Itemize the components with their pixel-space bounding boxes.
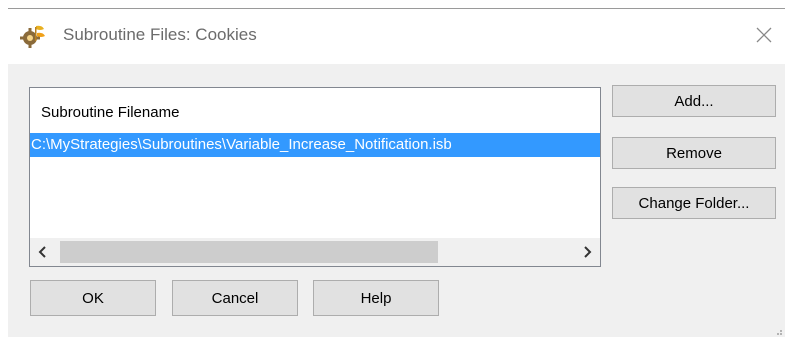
horizontal-scrollbar[interactable] (30, 238, 600, 266)
scroll-right-button[interactable] (574, 238, 600, 266)
list-column-header: Subroutine Filename (41, 104, 180, 121)
close-icon (756, 27, 772, 43)
cancel-button[interactable]: Cancel (172, 280, 298, 316)
chevron-left-icon (38, 246, 46, 258)
subroutine-file-list[interactable]: Subroutine Filename C:\MyStrategies\Subr… (29, 87, 601, 267)
scroll-left-button[interactable] (30, 238, 56, 266)
remove-button[interactable]: Remove (612, 137, 776, 169)
title-bar: Subroutine Files: Cookies (8, 9, 785, 64)
list-item[interactable]: C:\MyStrategies\Subroutines\Variable_Inc… (30, 133, 600, 157)
chevron-right-icon (584, 246, 592, 258)
close-button[interactable] (750, 21, 778, 49)
change-folder-button[interactable]: Change Folder... (612, 187, 776, 219)
scrollbar-thumb[interactable] (60, 241, 438, 263)
help-button[interactable]: Help (313, 280, 439, 316)
resize-grip-icon[interactable] (775, 328, 783, 336)
add-button[interactable]: Add... (612, 85, 776, 117)
subroutine-files-dialog: Subroutine Files: Cookies Subroutine Fil… (8, 8, 785, 337)
gear-plant-icon (20, 25, 45, 48)
window-title: Subroutine Files: Cookies (63, 25, 257, 44)
ok-button[interactable]: OK (30, 280, 156, 316)
